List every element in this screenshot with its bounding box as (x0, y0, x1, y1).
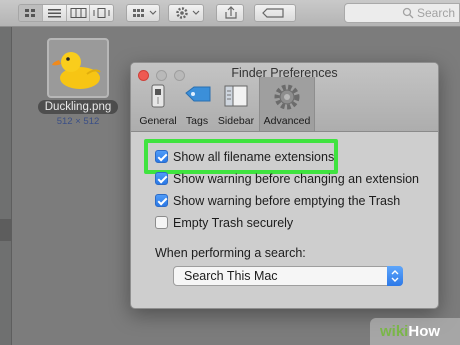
option-label: Show warning before emptying the Trash (173, 194, 401, 208)
file-dimensions: 512 × 512 (56, 116, 100, 127)
tab-advanced-label: Advanced (263, 115, 311, 127)
tab-general[interactable]: General (135, 77, 181, 131)
column-view-button[interactable] (66, 5, 91, 21)
cover-flow-icon (93, 8, 110, 18)
option-label: Show warning before changing an extensio… (173, 172, 420, 186)
share-icon (225, 6, 237, 19)
search-placeholder: Search (417, 6, 456, 20)
view-mode-control[interactable] (18, 4, 114, 22)
arrange-button[interactable] (126, 4, 160, 22)
gear-icon (176, 7, 200, 19)
search-scope-value: Search This Mac (184, 269, 278, 283)
arrange-icon (133, 9, 157, 17)
show-extensions-checkbox[interactable] (155, 150, 168, 163)
share-button[interactable] (216, 4, 244, 22)
finder-toolbar: Search (0, 0, 460, 27)
option-label: Empty Trash securely (173, 216, 294, 230)
file-item[interactable]: Duckling.png 512 × 512 (38, 38, 118, 127)
cover-flow-button[interactable] (90, 5, 113, 21)
tab-advanced[interactable]: Advanced (259, 77, 315, 131)
select-arrows (387, 266, 403, 286)
duck-icon (52, 52, 101, 89)
watermark-suffix: How (408, 323, 441, 340)
tab-sidebar[interactable]: Sidebar (213, 77, 259, 131)
sidebar-selected-item[interactable] (0, 219, 12, 241)
finder-preferences-window: Finder Preferences General Tags Sidebar (130, 62, 439, 309)
sidebar-icon (224, 85, 248, 107)
general-switch-icon (151, 84, 165, 108)
column-view-icon (70, 8, 86, 18)
search-scope-select[interactable]: Search This Mac (173, 266, 403, 286)
search-field[interactable]: Search (344, 3, 460, 23)
gear-icon (274, 84, 300, 110)
tab-tags-label: Tags (185, 115, 209, 127)
tab-sidebar-label: Sidebar (217, 115, 255, 127)
search-icon (402, 7, 414, 19)
action-menu-button[interactable] (168, 4, 204, 22)
file-name[interactable]: Duckling.png (38, 100, 118, 114)
search-scope-label: When performing a search: (155, 246, 306, 260)
empty-trash-securely-checkbox[interactable] (155, 216, 168, 229)
icon-view-icon (25, 9, 35, 17)
tag-outline-icon (262, 8, 284, 18)
preferences-titlebar: Finder Preferences General Tags Sidebar (131, 63, 438, 132)
list-view-icon (47, 9, 61, 18)
wikihow-watermark: wikiHow (370, 318, 460, 345)
option-label: Show all filename extensions (173, 150, 335, 164)
tab-tags[interactable]: Tags (181, 77, 213, 131)
watermark-prefix: wiki (380, 323, 409, 340)
list-view-button[interactable] (42, 5, 67, 21)
tab-general-label: General (139, 115, 177, 127)
icon-view-button[interactable] (19, 5, 43, 21)
finder-sidebar (0, 27, 12, 345)
chevron-up-down-icon (391, 270, 399, 282)
warn-change-extension-checkbox[interactable] (155, 172, 168, 185)
warn-empty-trash-checkbox[interactable] (155, 194, 168, 207)
tag-icon (185, 86, 211, 102)
file-thumbnail[interactable] (47, 38, 109, 98)
edit-tags-button[interactable] (254, 4, 296, 22)
